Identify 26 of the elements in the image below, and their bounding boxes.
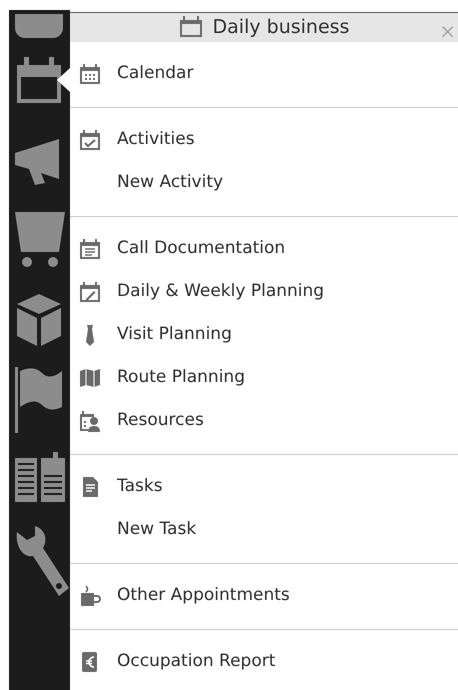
menu-item[interactable]: Call Documentation — [117, 236, 286, 262]
menu-item[interactable]: Daily & Weekly Planning — [117, 279, 324, 305]
menu-item[interactable]: New Task — [117, 517, 196, 543]
menu-item[interactable]: Route Planning — [117, 365, 245, 391]
calendar-icon — [178, 16, 203, 38]
menu-item[interactable]: Calendar — [117, 61, 194, 87]
menu-title: Daily business — [212, 15, 350, 40]
mug-icon — [79, 585, 101, 607]
calendar-note-icon — [79, 238, 101, 260]
menu-item[interactable]: Other Appointments — [117, 583, 290, 609]
menu-item[interactable]: Resources — [117, 408, 204, 434]
flag-icon[interactable] — [15, 367, 63, 433]
menu-item[interactable]: Visit Planning — [117, 322, 232, 348]
calendar-check-icon — [79, 129, 101, 151]
calendar-icon[interactable] — [15, 55, 63, 105]
cart-icon[interactable] — [15, 212, 65, 268]
menu-item[interactable]: New Activity — [117, 170, 224, 196]
map-icon — [79, 367, 101, 389]
menu-item[interactable]: Occupation Report — [117, 649, 276, 675]
menu-item[interactable]: Activities — [117, 127, 195, 153]
cube-icon[interactable] — [15, 292, 63, 348]
blob-icon[interactable] — [15, 14, 63, 40]
calendar-icon — [79, 63, 101, 85]
calendar-pen-icon — [79, 281, 101, 303]
calendar-person-icon — [79, 410, 101, 432]
menu-item[interactable]: Tasks — [117, 474, 163, 500]
